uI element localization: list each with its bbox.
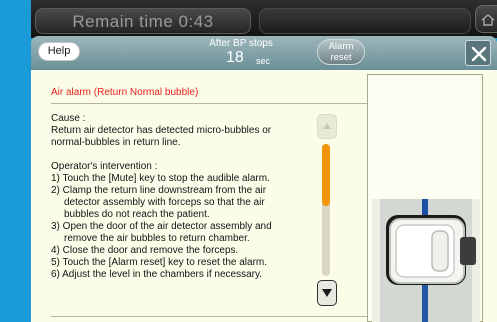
air-detector-photo	[372, 199, 480, 322]
alarm-reset-label-line2: reset	[330, 52, 352, 63]
bp-stop-caption: After BP stops	[209, 38, 273, 49]
step-2-cont: bubbles do not reach the patient.	[64, 209, 210, 220]
status-slot	[259, 8, 471, 34]
scrollbar-track[interactable]	[322, 144, 330, 276]
alarm-title: Air alarm (Return Normal bubble)	[51, 87, 199, 98]
cause-line: Return air detector has detected micro-b…	[51, 125, 272, 136]
dialog-header: Help After BP stops 18 sec Alarm reset	[31, 36, 497, 70]
scrollbar-thumb[interactable]	[322, 144, 330, 206]
cause-heading: Cause :	[51, 113, 86, 124]
step-2: 2) Clamp the return line downstream from…	[51, 185, 267, 196]
bp-stop-value: 18	[226, 49, 244, 66]
alarm-reset-label-line1: Alarm	[328, 41, 354, 52]
alarm-dialog: Help After BP stops 18 sec Alarm reset A…	[31, 36, 497, 322]
close-icon	[471, 46, 487, 62]
status-bar: Remain time 0:43	[31, 0, 497, 38]
home-button[interactable]	[475, 5, 497, 33]
scroll-up-button[interactable]	[317, 114, 337, 139]
step-4: 4) Close the door and remove the forceps…	[51, 245, 239, 256]
alarm-reset-button[interactable]: Alarm reset	[317, 39, 365, 65]
alarm-description: Cause : Return air detector has detected…	[51, 113, 337, 281]
title-divider	[51, 103, 369, 104]
step-3-cont: remove the air bubbles to return chamber…	[64, 233, 250, 244]
help-button[interactable]: Help	[38, 42, 80, 61]
step-1: 1) Touch the [Mute] key to stop the audi…	[51, 173, 270, 184]
bottom-divider	[51, 316, 369, 317]
illustration-panel	[367, 74, 483, 322]
close-button[interactable]	[465, 40, 491, 66]
step-5: 5) Touch the [Alarm reset] key to reset …	[51, 257, 268, 268]
remain-time-display: Remain time 0:43	[35, 8, 251, 34]
intervention-heading: Operator's intervention :	[51, 161, 158, 172]
step-3: 3) Open the door of the air detector ass…	[51, 221, 272, 232]
step-2-cont: detector assembly with forceps so that t…	[64, 197, 265, 208]
home-icon	[481, 14, 495, 26]
step-6: 6) Adjust the level in the chambers if n…	[51, 269, 263, 280]
bp-stop-unit: sec	[256, 56, 271, 66]
scroll-up-icon	[323, 123, 331, 129]
scroll-down-button[interactable]	[317, 280, 337, 306]
scroll-down-icon	[322, 289, 332, 297]
remain-time-text: Remain time 0:43	[72, 12, 214, 31]
cause-line: normal-bubbles in return line.	[51, 137, 181, 148]
screen-frame: Remain time 0:43 Help After BP stops 18 …	[0, 0, 497, 322]
